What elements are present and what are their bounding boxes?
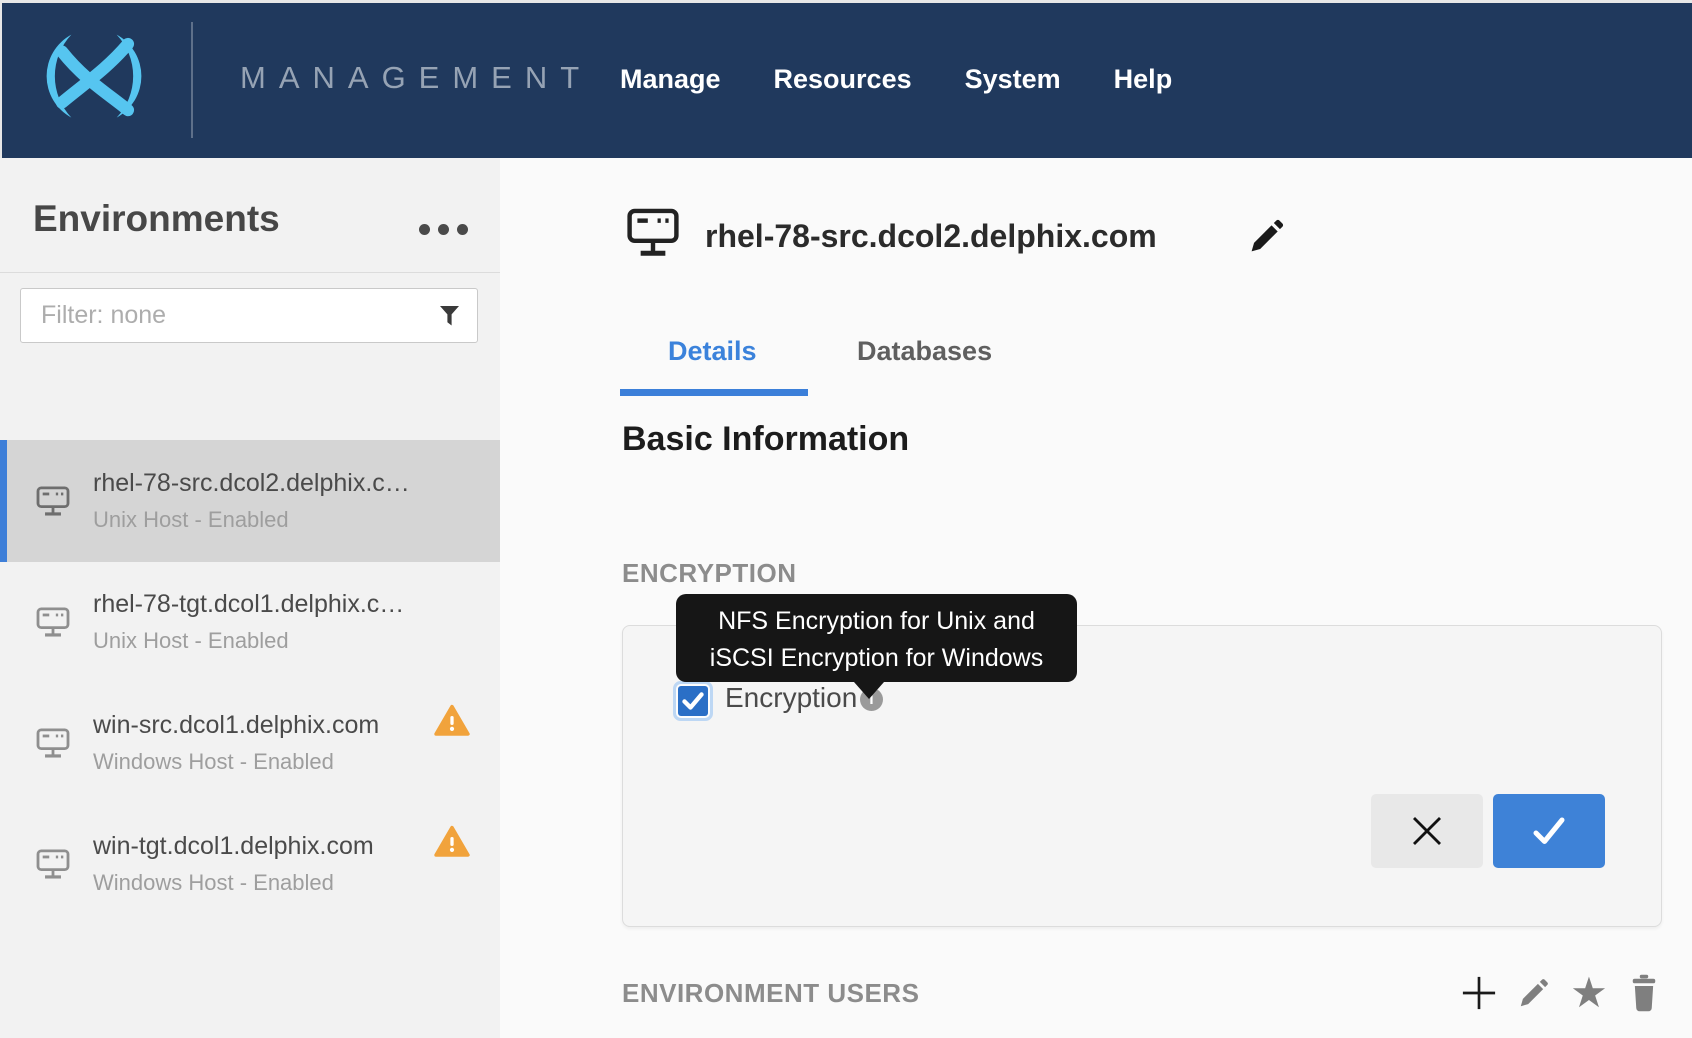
delphix-logo-icon[interactable] (28, 30, 160, 126)
edit-pencil-icon[interactable] (1245, 215, 1289, 257)
selected-indicator (0, 440, 7, 562)
host-icon (36, 849, 70, 879)
host-icon (627, 208, 679, 258)
nav-item-system[interactable]: System (965, 64, 1061, 95)
encryption-checkbox[interactable] (678, 686, 708, 716)
environment-status: Windows Host - Enabled (93, 870, 374, 896)
add-user-button[interactable] (1461, 971, 1497, 1015)
edit-user-button[interactable] (1516, 971, 1552, 1015)
cancel-button[interactable] (1371, 794, 1483, 868)
plus-icon (1461, 974, 1497, 1012)
filter-input[interactable] (21, 289, 477, 342)
sidebar-divider (0, 272, 500, 273)
warning-icon (434, 825, 470, 858)
checkmark-icon (678, 686, 708, 716)
confirm-button[interactable] (1493, 794, 1605, 868)
environment-list-item[interactable]: win-src.dcol1.delphix.com Windows Host -… (0, 682, 500, 804)
environment-users-toolbar: ★ (1461, 970, 1662, 1016)
environment-status: Unix Host - Enabled (93, 507, 410, 533)
sidebar-title: Environments (33, 198, 280, 240)
active-tab-indicator (620, 389, 808, 396)
section-heading: Basic Information (622, 420, 909, 459)
environment-filter (20, 288, 478, 343)
environment-list-item[interactable]: rhel-78-tgt.dcol1.delphix.c… Unix Host -… (0, 561, 500, 683)
page-title: rhel-78-src.dcol2.delphix.com (705, 218, 1157, 255)
top-navigation-bar: MANAGEMENT Manage Resources System Help (0, 0, 1692, 158)
environments-sidebar: Environments rhel-78-src.dcol2.delphix.c… (0, 158, 500, 1038)
check-icon (1530, 813, 1568, 849)
tab-details[interactable]: Details (668, 336, 757, 367)
encryption-checkbox-label: Encryption (725, 682, 857, 714)
tooltip-caret (854, 682, 884, 699)
delete-user-button[interactable] (1626, 971, 1662, 1015)
warning-icon (434, 704, 470, 737)
pencil-icon (1516, 975, 1552, 1011)
host-icon (36, 607, 70, 637)
window-top-edge (0, 0, 1692, 3)
tooltip-line-1: NFS Encryption for Unix and (676, 603, 1077, 640)
trash-icon (1627, 974, 1661, 1012)
window-left-edge (0, 0, 2, 158)
brand-divider (191, 22, 193, 138)
nav-item-help[interactable]: Help (1114, 64, 1173, 95)
top-nav-menu: Manage Resources System Help (620, 0, 1172, 158)
tooltip-line-2: iSCSI Encryption for Windows (676, 640, 1077, 677)
environment-list-item[interactable]: win-tgt.dcol1.delphix.com Windows Host -… (0, 803, 500, 925)
environment-name: rhel-78-tgt.dcol1.delphix.c… (93, 590, 404, 619)
encryption-group-label: ENCRYPTION (622, 558, 797, 589)
nav-item-resources[interactable]: Resources (774, 64, 912, 95)
ellipsis-menu-icon[interactable] (413, 218, 474, 241)
environment-users-label: ENVIRONMENT USERS (622, 978, 919, 1009)
encryption-tooltip: NFS Encryption for Unix and iSCSI Encryp… (676, 594, 1077, 682)
host-icon (36, 486, 70, 516)
environment-status: Windows Host - Enabled (93, 749, 379, 775)
funnel-icon[interactable] (439, 305, 460, 327)
brand-title: MANAGEMENT (240, 60, 592, 96)
primary-user-button[interactable]: ★ (1571, 971, 1607, 1015)
environment-details-panel: rhel-78-src.dcol2.delphix.com Details Da… (500, 158, 1692, 1038)
star-icon: ★ (1570, 973, 1608, 1013)
x-icon (1409, 813, 1445, 849)
tab-databases[interactable]: Databases (857, 336, 992, 367)
environment-name: win-tgt.dcol1.delphix.com (93, 832, 374, 861)
environment-name: win-src.dcol1.delphix.com (93, 711, 379, 740)
environment-status: Unix Host - Enabled (93, 628, 404, 654)
host-icon (36, 728, 70, 758)
environment-list-item[interactable]: rhel-78-src.dcol2.delphix.c… Unix Host -… (0, 440, 500, 562)
environment-name: rhel-78-src.dcol2.delphix.c… (93, 469, 410, 498)
nav-item-manage[interactable]: Manage (620, 64, 721, 95)
